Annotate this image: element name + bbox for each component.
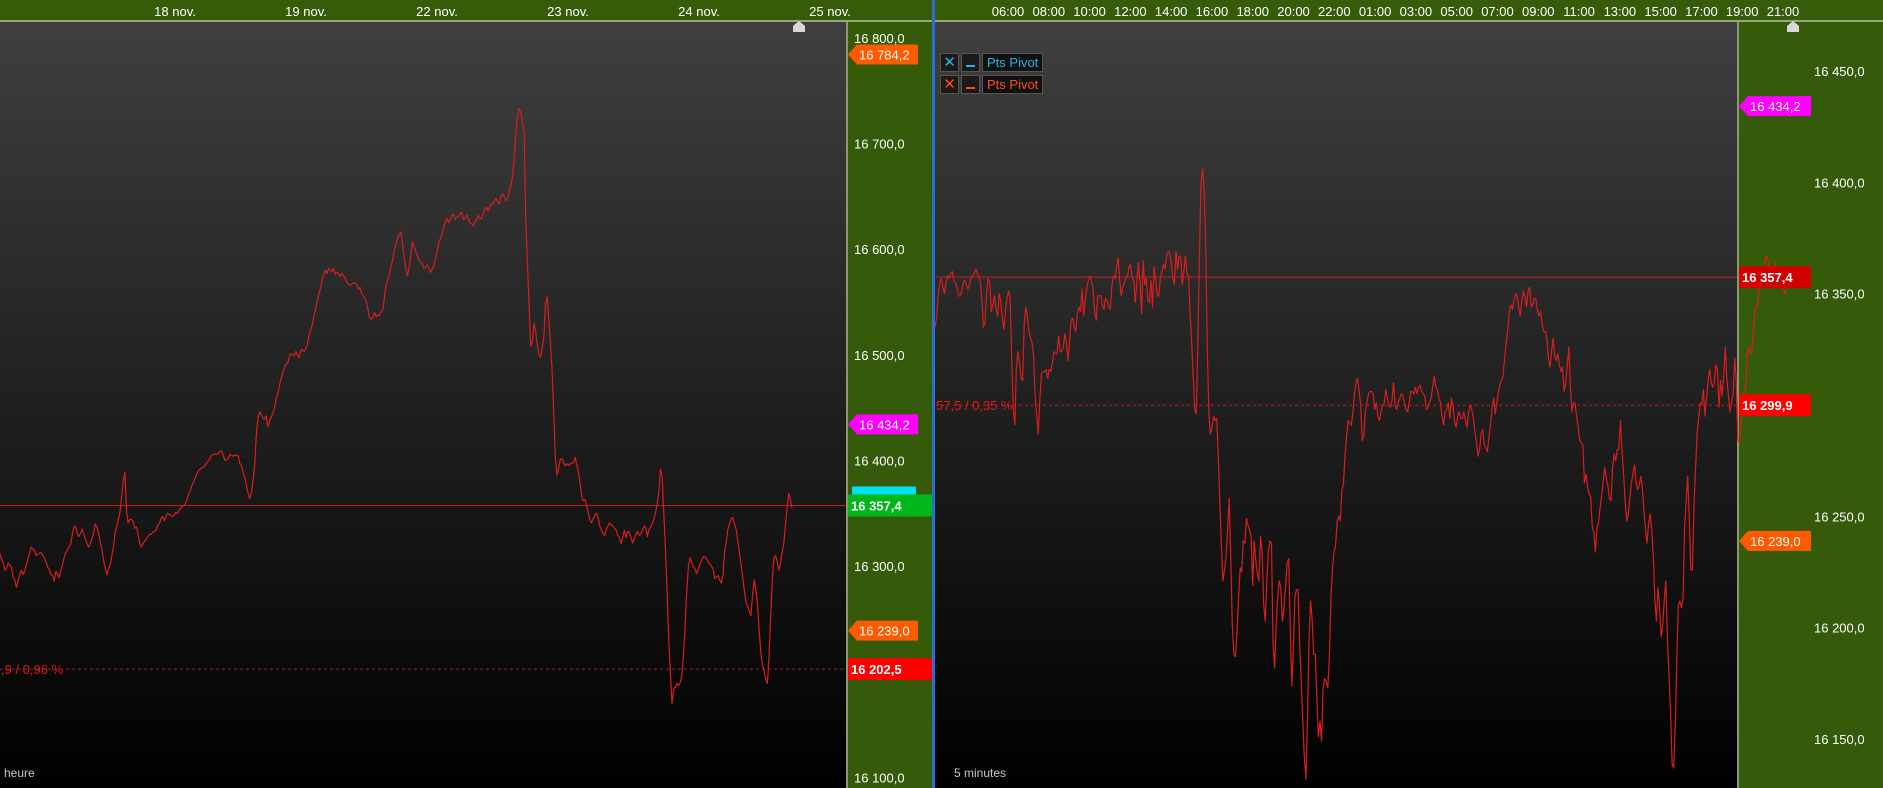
timeframe-label: 5 minutes bbox=[954, 766, 1007, 780]
scroll-handle-icon[interactable] bbox=[793, 21, 805, 32]
y-tick-label: 16 250,0 bbox=[1814, 509, 1865, 524]
x-tick-label: 21:00 bbox=[1767, 4, 1800, 19]
price-tag-label: 16 299,9 bbox=[1742, 398, 1793, 413]
price-tag-label: 16 434,2 bbox=[1750, 99, 1801, 114]
price-tag-label: 16 784,2 bbox=[859, 48, 910, 63]
x-tick-label: 20:00 bbox=[1277, 4, 1310, 19]
x-tick-label: 17:00 bbox=[1685, 4, 1718, 19]
variation-label: ,9 / 0,96 % bbox=[1, 662, 64, 677]
price-tag-label: 16 357,4 bbox=[851, 498, 902, 513]
x-tick-label: 06:00 bbox=[992, 4, 1025, 19]
variation-label: 57,5 / 0,35 % bbox=[936, 398, 1013, 413]
x-tick-label: 16:00 bbox=[1196, 4, 1229, 19]
x-tick-label: 13:00 bbox=[1604, 4, 1637, 19]
timeframe-label: heure bbox=[4, 766, 35, 780]
price-line bbox=[934, 168, 1792, 780]
y-tick-label: 16 200,0 bbox=[1814, 621, 1865, 636]
line-style-icon[interactable] bbox=[961, 74, 980, 94]
y-tick-label: 16 800,0 bbox=[854, 31, 905, 46]
price-tag-label: 16 434,2 bbox=[859, 417, 910, 432]
y-tick-label: 16 500,0 bbox=[854, 348, 905, 363]
x-tick-label: 05:00 bbox=[1440, 4, 1473, 19]
price-chart-hourly[interactable]: 18 nov. 19 nov. 22 nov. 23 nov. 24 nov. 25 no… bbox=[0, 0, 932, 788]
legend-item-pivot-2[interactable]: ✕ Pts Pivot bbox=[940, 74, 1044, 94]
y-tick-label: 16 450,0 bbox=[1814, 64, 1865, 79]
x-tick-label: 25 nov. bbox=[809, 4, 851, 19]
price-tag-label: 16 357,4 bbox=[1742, 270, 1793, 285]
x-tick-label: 07:00 bbox=[1481, 4, 1514, 19]
close-icon[interactable]: ✕ bbox=[940, 74, 959, 94]
x-tick-label: 19:00 bbox=[1726, 4, 1759, 19]
x-tick-label: 09:00 bbox=[1522, 4, 1555, 19]
y-tick-label: 16 300,0 bbox=[854, 559, 905, 574]
x-tick-label: 08:00 bbox=[1033, 4, 1066, 19]
x-tick-label: 12:00 bbox=[1114, 4, 1147, 19]
line-style-icon[interactable] bbox=[961, 52, 980, 72]
x-tick-label: 03:00 bbox=[1400, 4, 1433, 19]
x-tick-label: 18 nov. bbox=[154, 4, 196, 19]
x-tick-label: 18:00 bbox=[1236, 4, 1269, 19]
pane-divider[interactable] bbox=[932, 0, 935, 788]
x-tick-label: 24 nov. bbox=[678, 4, 720, 19]
y-tick-label: 16 700,0 bbox=[854, 137, 905, 152]
price-tag-label: 16 202,5 bbox=[851, 662, 902, 677]
y-tick-label: 16 350,0 bbox=[1814, 287, 1865, 302]
price-tag-label: 16 239,0 bbox=[1750, 534, 1801, 549]
x-tick-label: 22:00 bbox=[1318, 4, 1351, 19]
x-tick-label: 15:00 bbox=[1644, 4, 1677, 19]
indicator-legend: ✕ Pts Pivot ✕ Pts Pivot bbox=[940, 52, 1044, 96]
legend-label[interactable]: Pts Pivot bbox=[982, 74, 1044, 94]
legend-item-pivot-1[interactable]: ✕ Pts Pivot bbox=[940, 52, 1044, 72]
x-tick-label: 10:00 bbox=[1073, 4, 1106, 19]
x-tick-label: 11:00 bbox=[1563, 4, 1595, 19]
x-tick-label: 22 nov. bbox=[416, 4, 458, 19]
legend-label[interactable]: Pts Pivot bbox=[982, 52, 1044, 72]
y-tick-label: 16 400,0 bbox=[854, 453, 905, 468]
x-tick-label: 01:00 bbox=[1359, 4, 1392, 19]
y-tick-label: 16 400,0 bbox=[1814, 175, 1865, 190]
price-tag-label: 16 239,0 bbox=[859, 624, 910, 639]
x-tick-label: 19 nov. bbox=[285, 4, 327, 19]
price-tag-accent bbox=[852, 486, 916, 495]
chart-pane-5min[interactable]: 06:00 08:00 10:00 12:00 14:00 16:00 18:00 20:00… bbox=[932, 0, 1883, 788]
close-icon[interactable]: ✕ bbox=[940, 52, 959, 72]
scroll-handle-icon[interactable] bbox=[1787, 21, 1799, 32]
y-tick-label: 16 600,0 bbox=[854, 242, 905, 257]
chart-pane-hourly[interactable]: 18 nov. 19 nov. 22 nov. 23 nov. 24 nov. 25 no… bbox=[0, 0, 932, 788]
x-tick-label: 23 nov. bbox=[547, 4, 589, 19]
price-line bbox=[0, 107, 793, 705]
y-tick-label: 16 100,0 bbox=[854, 770, 905, 785]
x-tick-label: 14:00 bbox=[1155, 4, 1188, 19]
y-tick-label: 16 150,0 bbox=[1814, 732, 1865, 747]
price-chart-5min[interactable]: 06:00 08:00 10:00 12:00 14:00 16:00 18:00 20:00… bbox=[932, 0, 1883, 788]
